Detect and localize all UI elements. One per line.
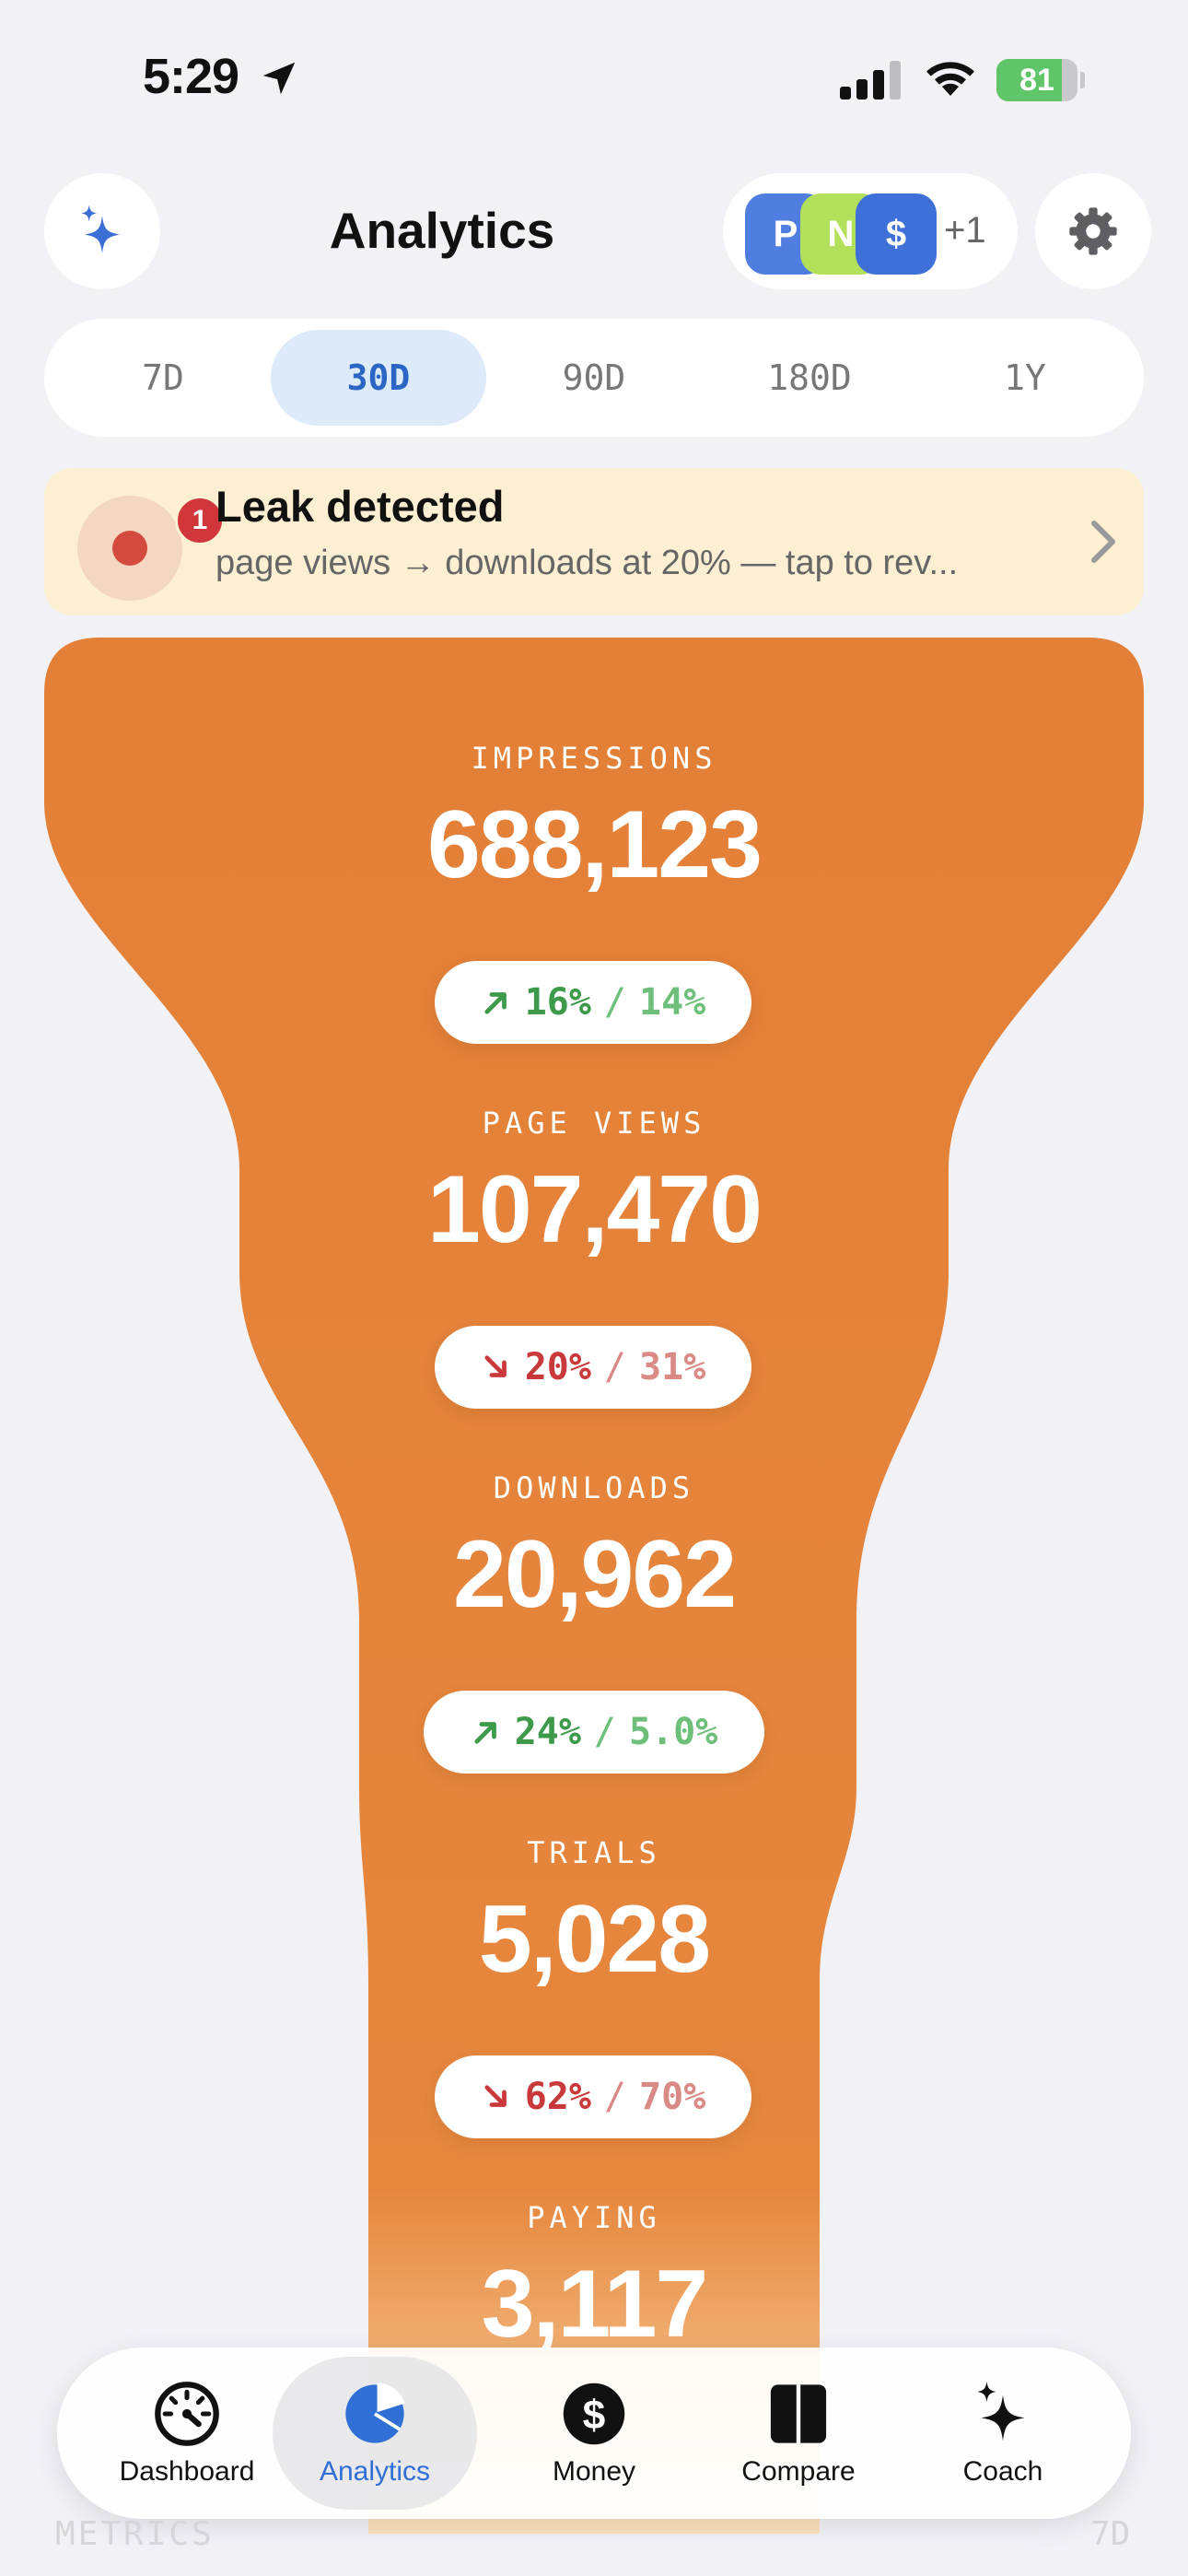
stage-value-paying: 3,117 xyxy=(481,2251,709,2358)
svg-text:$: $ xyxy=(583,2393,606,2438)
leak-subtitle: page views → downloads at 20% — tap to r… xyxy=(215,544,959,582)
conversion-pill-downloads-to-trials[interactable]: 24%/5.0% xyxy=(424,1691,764,1774)
chevron-right-icon xyxy=(1091,521,1115,563)
conversion-rate: 24% xyxy=(514,1711,581,1753)
conversion-benchmark: 5.0% xyxy=(629,1711,718,1753)
stage-label-downloads: DOWNLOADS xyxy=(493,1470,695,1505)
leak-title: Leak detected xyxy=(215,482,505,531)
conversion-rate: 16% xyxy=(524,981,591,1024)
section-range-label: 7D xyxy=(1090,2515,1131,2553)
stage-value-impressions: 688,123 xyxy=(427,791,763,898)
range-7d[interactable]: 7D xyxy=(55,330,271,426)
wifi-icon xyxy=(926,62,974,96)
arrow-down-right-icon xyxy=(484,2085,507,2107)
tab-dashboard[interactable]: Dashboard xyxy=(85,2357,289,2510)
section-header-metrics: METRICS xyxy=(55,2515,215,2553)
status-bar: 5:29 81 xyxy=(0,0,1188,157)
conversion-pill-impressions-to-page-views[interactable]: 16%/14% xyxy=(435,961,751,1044)
app-badge-dollar: $ xyxy=(856,193,937,275)
conversion-benchmark: 31% xyxy=(639,1346,706,1388)
tab-label: Money xyxy=(552,2456,636,2487)
stage-label-impressions: IMPRESSIONS xyxy=(471,741,717,776)
arrow-down-right-icon xyxy=(484,1355,507,1377)
gear-icon xyxy=(1069,207,1117,255)
columns-icon xyxy=(770,2384,827,2443)
stage-value-trials: 5,028 xyxy=(478,1886,711,1993)
leak-indicator-icon: 1 xyxy=(77,496,225,601)
conversion-rate: 20% xyxy=(524,1346,591,1388)
range-30d[interactable]: 30D xyxy=(271,330,486,426)
speedometer-icon xyxy=(155,2382,219,2446)
range-90d[interactable]: 90D xyxy=(486,330,702,426)
app-switcher[interactable]: P N $ +1 xyxy=(723,173,1018,289)
tab-analytics[interactable]: Analytics xyxy=(273,2357,477,2510)
tab-label: Coach xyxy=(962,2456,1043,2487)
battery-indicator: 81 xyxy=(996,59,1085,101)
time-range-selector: 7D 30D 90D 180D 1Y xyxy=(44,319,1144,437)
tab-compare[interactable]: Compare xyxy=(696,2357,901,2510)
range-1y[interactable]: 1Y xyxy=(917,330,1133,426)
tab-coach[interactable]: Coach xyxy=(901,2357,1105,2510)
cellular-signal-icon xyxy=(840,61,901,100)
stage-label-trials: TRIALS xyxy=(527,1835,661,1870)
bottom-tab-bar: Dashboard Analytics $ Money Compare Coac… xyxy=(57,2348,1131,2519)
tab-label: Compare xyxy=(741,2456,856,2487)
stage-value-downloads: 20,962 xyxy=(452,1521,737,1628)
stage-label-paying: PAYING xyxy=(527,2200,661,2235)
dollar-icon: $ xyxy=(563,2383,625,2445)
conversion-rate: 62% xyxy=(524,2076,591,2118)
arrow-up-right-icon xyxy=(474,1722,496,1744)
tab-label: Dashboard xyxy=(119,2456,255,2487)
leak-alert-banner[interactable]: 1 Leak detected page views → downloads a… xyxy=(44,468,1144,615)
conversion-benchmark: 14% xyxy=(639,981,706,1024)
tab-money[interactable]: $ Money xyxy=(492,2357,696,2510)
pie-chart-icon xyxy=(345,2383,405,2443)
sparkles-icon xyxy=(977,2381,1025,2441)
range-180d[interactable]: 180D xyxy=(702,330,917,426)
settings-button[interactable] xyxy=(1035,173,1151,289)
conversion-pill-trials-to-paying[interactable]: 62%/70% xyxy=(435,2055,751,2138)
location-arrow-icon xyxy=(262,62,296,95)
conversion-benchmark: 70% xyxy=(639,2076,706,2118)
more-apps-count: +1 xyxy=(944,210,986,251)
stage-label-page-views: PAGE VIEWS xyxy=(482,1106,706,1141)
status-time: 5:29 xyxy=(143,49,239,104)
conversion-pill-page-views-to-downloads[interactable]: 20%/31% xyxy=(435,1326,751,1409)
battery-percent: 81 xyxy=(1019,63,1054,98)
arrow-up-right-icon xyxy=(484,992,507,1014)
stage-value-page-views: 107,470 xyxy=(427,1156,763,1263)
tab-label: Analytics xyxy=(319,2456,431,2487)
